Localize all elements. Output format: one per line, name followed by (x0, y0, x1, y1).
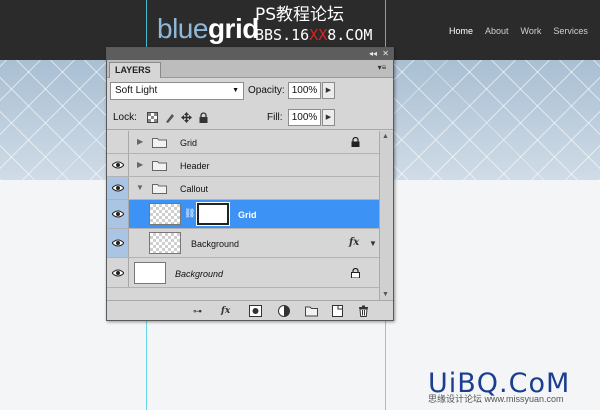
layer-name: Background (191, 239, 240, 249)
tab-layers[interactable]: LAYERS (109, 62, 161, 78)
watermark-bottom-c: 8.COM (327, 26, 373, 44)
layers-panel: ◂◂ ✕ LAYERS ▾≡ Soft Light ▼ Opacity: 100… (106, 47, 394, 321)
panel-titlebar[interactable]: ◂◂ ✕ (107, 48, 393, 60)
fill-input[interactable]: 100% (288, 109, 321, 126)
layer-mask-thumbnail[interactable] (196, 202, 230, 226)
lock-position-icon[interactable] (181, 112, 192, 123)
chevron-down-icon: ▼ (232, 87, 239, 94)
visibility-toggle[interactable] (107, 200, 129, 228)
collapse-panel-icon[interactable]: ◂◂ (369, 48, 377, 60)
layer-name: Grid (180, 138, 198, 148)
nav-work[interactable]: Work (521, 26, 542, 36)
eye-icon (112, 269, 124, 277)
layer-name: Header (180, 161, 210, 171)
layer-name: Grid (238, 210, 257, 220)
fx-badge[interactable]: fx (349, 237, 359, 248)
layer-row-background-fx[interactable]: Background fx ▼ (107, 229, 379, 258)
lock-icon (351, 137, 360, 147)
watermark-bottom: BBS.16XX8.COM (255, 26, 372, 44)
lock-transparency-icon[interactable] (147, 112, 158, 123)
eye-icon (112, 184, 124, 192)
layer-row-grid-group[interactable]: ▶ Grid (107, 131, 379, 154)
opacity-input[interactable]: 100% (288, 82, 321, 99)
folder-open-icon (152, 184, 167, 194)
trash-icon[interactable] (358, 305, 369, 317)
new-layer-icon[interactable] (332, 305, 343, 317)
layer-name: Background (175, 269, 224, 279)
fx-icon[interactable]: fx (221, 305, 230, 317)
layer-thumbnail[interactable] (134, 262, 166, 284)
visibility-toggle-off[interactable] (107, 131, 129, 153)
visibility-toggle[interactable] (107, 258, 129, 287)
panel-tab-row: LAYERS ▾≡ (107, 60, 393, 78)
new-group-icon[interactable] (305, 305, 318, 317)
corner-brand-sub: 思缘设计论坛 www.missyuan.com (428, 394, 564, 404)
lock-pixels-icon[interactable] (164, 112, 175, 123)
panel-footer: ⊶ fx (107, 300, 393, 320)
folder-icon (152, 138, 167, 148)
lock-all-icon[interactable] (198, 112, 209, 123)
opacity-label: Opacity: (248, 85, 285, 96)
nav-about[interactable]: About (485, 26, 509, 36)
panel-menu-icon[interactable]: ▾≡ (375, 63, 389, 73)
site-logo[interactable]: bluegrid (157, 12, 259, 46)
layer-name: Callout (180, 184, 209, 194)
close-panel-icon[interactable]: ✕ (382, 48, 389, 60)
visibility-toggle[interactable] (107, 229, 129, 257)
logo-text-blue: blue (157, 13, 208, 44)
expand-triangle-icon[interactable]: ▶ (137, 137, 143, 146)
layer-list: ▶ Grid ▶ Header ▼ Callout ⛓ Grid Backgro… (107, 131, 393, 300)
lock-icon (351, 268, 360, 278)
fill-label: Fill: (267, 112, 283, 123)
eye-icon (112, 239, 124, 247)
lock-label: Lock: (113, 112, 137, 123)
watermark-bottom-b: XX (309, 26, 328, 44)
adjustment-layer-icon[interactable] (278, 305, 290, 317)
nav-home[interactable]: Home (449, 26, 473, 36)
layer-row-background-base[interactable]: Background (107, 258, 379, 288)
link-layers-icon[interactable]: ⊶ (193, 305, 202, 317)
lock-fill-row: Lock: Fill: 100% ▶ (107, 104, 393, 130)
scroll-up-icon[interactable]: ▲ (382, 133, 389, 140)
folder-icon (152, 161, 167, 171)
eye-icon (112, 210, 124, 218)
add-mask-icon[interactable] (249, 305, 262, 317)
visibility-toggle[interactable] (107, 177, 129, 199)
expand-triangle-icon[interactable]: ▶ (137, 160, 143, 169)
layer-row-header-group[interactable]: ▶ Header (107, 154, 379, 177)
watermark-bottom-a: BBS.16 (255, 26, 310, 44)
nav-services[interactable]: Services (553, 26, 588, 36)
layer-row-callout-group[interactable]: ▼ Callout (107, 177, 379, 200)
fill-slider-button[interactable]: ▶ (322, 109, 335, 126)
blend-mode-select[interactable]: Soft Light ▼ (110, 82, 244, 100)
collapse-triangle-icon[interactable]: ▼ (136, 183, 144, 192)
visibility-toggle[interactable] (107, 154, 129, 176)
layer-list-scrollbar[interactable]: ▲ ▼ (379, 131, 393, 300)
blend-mode-value: Soft Light (115, 85, 158, 96)
mask-link-icon[interactable]: ⛓ (184, 208, 195, 219)
opacity-slider-button[interactable]: ▶ (322, 82, 335, 99)
blend-opacity-row: Soft Light ▼ Opacity: 100% ▶ (107, 78, 393, 104)
eye-icon (112, 161, 124, 169)
effects-expand-icon[interactable]: ▼ (369, 239, 377, 248)
layer-thumbnail[interactable] (149, 203, 181, 225)
layer-row-grid-selected[interactable]: ⛓ Grid (107, 200, 379, 229)
watermark-top: PS教程论坛 (255, 5, 345, 25)
logo-text-grid: grid (207, 13, 259, 44)
scroll-down-icon[interactable]: ▼ (382, 291, 389, 298)
layer-thumbnail[interactable] (149, 232, 181, 254)
site-nav: Home About Work Services C (449, 26, 600, 36)
